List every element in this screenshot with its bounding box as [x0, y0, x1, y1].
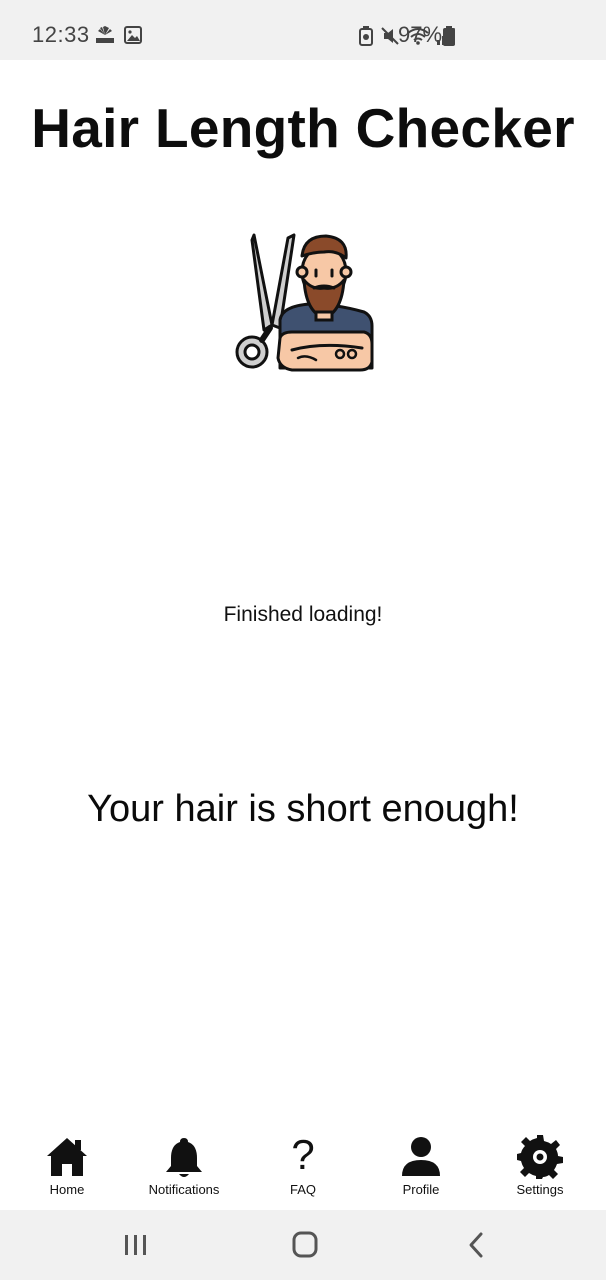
nav-label-faq: FAQ	[289, 1182, 316, 1197]
battery-percent: 97%	[398, 22, 443, 47]
nav-item-home[interactable]: Home	[12, 1126, 122, 1206]
nav-label-settings: Settings	[516, 1182, 564, 1197]
recent-apps-icon[interactable]	[116, 1230, 156, 1260]
battery-icon	[443, 26, 455, 46]
gallery-icon	[124, 26, 142, 44]
nav-item-settings[interactable]: Settings	[485, 1126, 595, 1206]
home-icon	[47, 1138, 87, 1176]
loading-status: Finished loading!	[223, 603, 383, 626]
home-button-icon[interactable]	[285, 1230, 325, 1260]
nav-label-notifications: Notifications	[148, 1182, 220, 1197]
back-icon[interactable]	[455, 1230, 495, 1260]
nav-label-home: Home	[49, 1182, 85, 1197]
barber-scissors-illustration	[235, 233, 374, 372]
nav-item-profile[interactable]: Profile	[366, 1126, 476, 1206]
system-nav-bar	[0, 1210, 606, 1280]
result-message: Your hair is short enough!	[87, 788, 519, 830]
cnbc-icon	[96, 26, 114, 43]
mute-icon	[381, 27, 399, 45]
status-bar: 12:33 97%	[0, 0, 606, 60]
status-time: 12:33	[32, 22, 90, 47]
battery-saver-icon	[359, 26, 373, 46]
app-screen: 12:33 97% Hair Length Checker Finished l…	[0, 0, 606, 1280]
page-title: Hair Length Checker	[31, 97, 575, 159]
status-left-icons	[94, 26, 142, 44]
question-icon: ?	[291, 1131, 315, 1178]
bell-icon	[166, 1138, 202, 1177]
gear-icon	[517, 1135, 563, 1179]
nav-item-faq[interactable]: ? FAQ	[248, 1126, 358, 1206]
nav-label-profile: Profile	[402, 1182, 440, 1197]
bottom-nav: Home Notifications ? FAQ Profile Setting…	[0, 1126, 606, 1210]
nav-item-notifications[interactable]: Notifications	[129, 1126, 239, 1206]
person-icon	[402, 1137, 440, 1176]
